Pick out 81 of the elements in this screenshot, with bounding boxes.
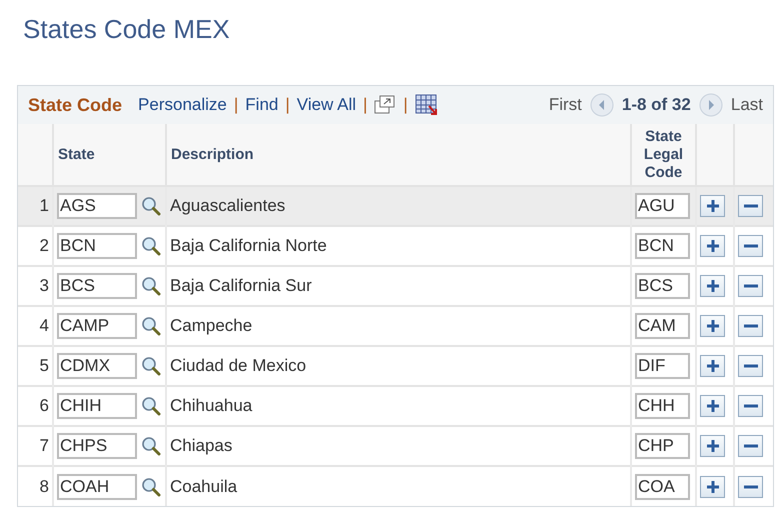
legal-code-field[interactable]: COA — [635, 474, 690, 500]
state-field[interactable]: CHIH — [57, 393, 137, 419]
search-icon[interactable] — [141, 316, 161, 336]
add-row-button[interactable] — [700, 476, 725, 498]
search-icon[interactable] — [141, 476, 161, 496]
description-text: Baja California Norte — [170, 236, 327, 256]
plus-icon — [706, 439, 720, 453]
delete-row-button[interactable] — [738, 275, 763, 297]
row-number: 7 — [40, 436, 49, 456]
description-text: Ciudad de Mexico — [170, 356, 306, 376]
legal-code-field[interactable]: CAM — [635, 313, 690, 339]
column-header: State — [53, 124, 166, 186]
column-header: Description — [166, 124, 631, 186]
legal-code-field[interactable]: DIF — [635, 353, 690, 379]
search-icon[interactable] — [141, 236, 161, 256]
add-row-button[interactable] — [700, 395, 725, 417]
row-number: 4 — [40, 316, 49, 336]
description-text: Chiapas — [170, 436, 232, 456]
link-separator: | — [285, 94, 290, 116]
search-icon[interactable] — [141, 436, 161, 456]
delete-row-button[interactable] — [738, 395, 763, 417]
row-number: 8 — [40, 476, 49, 496]
column-header: State Legal Code — [631, 124, 696, 186]
search-icon[interactable] — [141, 276, 161, 296]
state-field[interactable]: CDMX — [57, 353, 137, 379]
description-text: Aguascalientes — [170, 196, 286, 216]
add-row-button[interactable] — [700, 315, 725, 337]
plus-icon — [706, 239, 720, 253]
add-row-button[interactable] — [700, 435, 725, 457]
grid-link[interactable]: Personalize — [138, 92, 227, 118]
legal-code-field[interactable]: BCN — [635, 233, 690, 259]
link-separator: | — [234, 94, 238, 116]
search-icon[interactable] — [141, 396, 161, 416]
row-number: 1 — [40, 196, 49, 216]
grid-link[interactable]: View All — [296, 92, 356, 118]
description-text: Chihuahua — [170, 396, 252, 416]
page-range: 1-8 of 32 — [622, 94, 691, 116]
delete-row-button[interactable] — [738, 435, 763, 457]
description-text: Campeche — [170, 316, 252, 336]
grid-link[interactable]: Find — [245, 92, 278, 118]
legal-code-field[interactable]: BCS — [635, 273, 690, 299]
description-text: Coahuila — [170, 476, 238, 496]
popout-icon[interactable] — [374, 95, 396, 115]
state-field[interactable]: BCS — [57, 273, 137, 299]
state-field[interactable]: CAMP — [57, 313, 137, 339]
state-field[interactable]: CHPS — [57, 433, 137, 459]
row-number: 3 — [40, 276, 49, 296]
plus-icon — [706, 319, 720, 333]
grid-title: State Code — [28, 94, 122, 116]
plus-icon — [706, 480, 720, 494]
link-separator: | — [363, 94, 368, 116]
plus-icon — [706, 359, 720, 373]
first-label: First — [548, 94, 582, 116]
state-field[interactable]: AGS — [57, 193, 137, 219]
description-text: Baja California Sur — [170, 276, 312, 296]
delete-row-button[interactable] — [738, 315, 763, 337]
page-title: States Code MEX — [23, 14, 231, 44]
plus-icon — [706, 199, 720, 213]
delete-row-button[interactable] — [738, 355, 763, 377]
link-separator: | — [403, 94, 408, 116]
spreadsheet-icon[interactable] — [414, 94, 439, 116]
search-icon[interactable] — [141, 196, 161, 216]
last-label: Last — [730, 94, 763, 116]
search-icon[interactable] — [141, 356, 161, 376]
delete-row-button[interactable] — [738, 195, 763, 217]
row-number: 5 — [40, 356, 49, 376]
add-row-button[interactable] — [700, 275, 725, 297]
state-field[interactable]: BCN — [57, 233, 137, 259]
row-number: 6 — [40, 396, 49, 416]
plus-icon — [706, 399, 720, 413]
add-row-button[interactable] — [700, 355, 725, 377]
add-row-button[interactable] — [700, 195, 725, 217]
legal-code-field[interactable]: CHH — [635, 393, 690, 419]
legal-code-field[interactable]: CHP — [635, 433, 690, 459]
plus-icon — [706, 279, 720, 293]
add-row-button[interactable] — [700, 235, 725, 257]
delete-row-button[interactable] — [738, 235, 763, 257]
state-field[interactable]: COAH — [57, 474, 137, 500]
delete-row-button[interactable] — [738, 476, 763, 498]
legal-code-field[interactable]: AGU — [635, 193, 690, 219]
row-number: 2 — [40, 236, 49, 256]
